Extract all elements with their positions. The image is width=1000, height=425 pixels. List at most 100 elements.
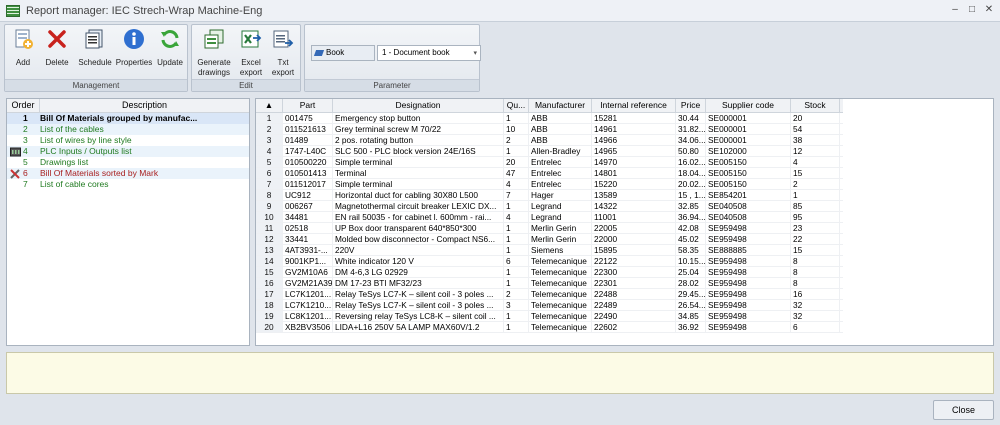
supplier-code-cell: SE959498 [706,256,791,266]
delete-button[interactable]: Delete [41,27,73,68]
table-row[interactable]: 9 006267 Magnetothermal circuit breaker LE… [256,201,843,212]
table-row[interactable]: 20 XB2BV3506 LIDA+L16 250V 5A LAMP MAX60V/… [256,322,843,333]
internal-reference-cell: 13589 [592,190,676,200]
report-order: 7 [23,179,28,189]
order-column-header[interactable]: Order [7,99,40,112]
manufacturer-cell: Merlin Gerin [529,223,592,233]
quantity-cell: 1 [504,278,529,288]
report-item[interactable]: 5 Drawings list [7,157,249,168]
report-item[interactable]: 2 List of the cables [7,124,249,135]
stock-cell: 2 [791,179,840,189]
table-row[interactable]: 14 9001KP1... White indicator 120 V 6 Teleme… [256,256,843,267]
grid-body: 1 001475 Emergency stop button 1 ABB 15281 30.… [256,113,843,333]
table-row[interactable]: 8 UC912 Horizontal duct for cabling 30X80 … [256,190,843,201]
table-row[interactable]: 11 02518 UP Box door transparent 640*850*3… [256,223,843,234]
column-header-stock[interactable]: Stock [791,99,840,112]
part-cell: LC7K1201... [285,289,333,299]
book-select[interactable]: 1 - Document book ▾ [377,45,481,61]
maximize-button[interactable]: □ [965,3,979,17]
internal-reference-cell: 22490 [592,311,676,321]
description-column-header[interactable]: Description [40,99,249,112]
stock-cell: 38 [791,135,840,145]
report-item[interactable]: 7 List of cable cores [7,179,249,190]
table-row[interactable]: 6 010501413 Terminal 47 Entrelec 14801 18.04..… [256,168,843,179]
part-cell: XB2BV3506 [283,322,333,332]
quantity-cell: 1 [504,146,529,156]
column-header-designation[interactable]: Designation [333,99,504,112]
designation-cell: Simple terminal [333,157,504,167]
row-number: 11 [256,223,283,233]
designation-cell: Grey terminal screw M 70/22 [333,124,504,134]
manufacturer-cell: Legrand [529,212,592,222]
internal-reference-cell: 14961 [592,124,676,134]
report-order: 3 [23,135,28,145]
table-row[interactable]: 1 001475 Emergency stop button 1 ABB 15281 30.… [256,113,843,124]
row-number: 16 [256,278,283,288]
part-cell: 010500220 [283,157,333,167]
report-item[interactable]: 1 Bill Of Materials grouped by manufac... [7,113,249,124]
close-button[interactable]: Close [933,400,994,420]
internal-reference-cell: 14970 [592,157,676,167]
table-row[interactable]: 3 01489 2 pos. rotating button 2 ABB 14966 34.… [256,135,843,146]
stock-cell: 8 [791,267,840,277]
designation-cell: Reversing relay TeSys LC8-K – silent coi… [333,311,504,321]
column-header-quantity[interactable]: Qu... [504,99,529,112]
column-header-supplier-code[interactable]: Supplier code [706,99,791,112]
stock-cell: 6 [791,322,840,332]
row-number: 20 [256,322,283,332]
plc-icon [10,146,21,157]
supplier-code-cell: SE959498 [706,223,791,233]
row-number-column-header[interactable]: ▲ [256,99,283,112]
add-button[interactable]: Add [9,27,37,68]
notes-area[interactable] [6,352,994,394]
price-cell: 18.04... [678,168,706,178]
table-row[interactable]: 19 LC8K1201... Reversing relay TeSys LC8-K… [256,311,843,322]
price-cell: 34.85 [676,311,706,321]
part-cell: 010501413 [283,168,333,178]
designation-cell: Relay TeSys LC7-K – silent coil - 3 pole… [333,289,504,299]
parameter-group-label: Parameter [305,79,479,91]
part-cell: 011521613 [283,124,333,134]
txt-export-button[interactable]: Txt export [268,27,298,78]
update-button[interactable]: Update [155,27,185,68]
generate-drawings-button[interactable]: Generate drawings [194,27,234,78]
supplier-code-cell: SE000001 [706,113,791,123]
table-row[interactable]: 4 1747-L40C SLC 500 - PLC block version 24… [256,146,843,157]
internal-reference-cell: 22300 [592,267,676,277]
internal-reference-cell: 22000 [592,234,676,244]
minimize-button[interactable]: – [948,3,962,17]
excel-export-button[interactable]: Excel export [236,27,266,78]
properties-button[interactable]: Properties [115,27,153,68]
column-header-price[interactable]: Price [676,99,706,112]
part-cell: 1747-L40C [283,146,333,156]
quantity-cell: 6 [504,256,529,266]
table-row[interactable]: 10 34481 EN rail 50035 - for cabinet l. 60… [256,212,843,223]
table-row[interactable]: 5 010500220 Simple terminal 20 Entrelec 14970… [256,157,843,168]
supplier-code-cell: SE000001 [706,135,791,145]
schedule-button[interactable]: Schedule [77,27,113,68]
column-header-part[interactable]: Part [283,99,333,112]
table-row[interactable]: 7 011512017 Simple terminal 4 Entrelec 15220 2… [256,179,843,190]
table-row[interactable]: 15 GV2M10A6 DM 4-6,3 LG 02929 1 Telemecaniqu… [256,267,843,278]
reports-list-header: Order Description [7,99,249,113]
part-cell: 9001KP1... [283,256,333,266]
report-item[interactable]: 3 List of wires by line style [7,135,249,146]
quantity-cell: 4 [504,212,529,222]
table-row[interactable]: 13 4AT3931-... 220V 1 Siemens 15895 58.35 SE888… [256,245,843,256]
part-cell: LC8K1201... [285,311,333,321]
report-item[interactable]: 4 PLC Inputs / Outputs list [7,146,249,157]
table-row[interactable]: 17 LC7K1201... Relay TeSys LC7-K – silent … [256,289,843,300]
manufacturer-cell: Telemecanique [529,289,592,299]
close-window-button[interactable]: ✕ [982,3,996,17]
column-header-internal-reference[interactable]: Internal reference [592,99,676,112]
report-order: 4 [23,146,28,156]
txt-export-icon [273,30,294,48]
table-row[interactable]: 12 33441 Molded bow disconnector - Compact… [256,234,843,245]
column-header-manufacturer[interactable]: Manufacturer [529,99,592,112]
table-row[interactable]: 18 LC7K1210... Relay TeSys LC7-K – silent … [256,300,843,311]
designation-cell: Emergency stop button [333,113,504,123]
table-row[interactable]: 2 011521613 Grey terminal screw M 70/22 10 A… [256,124,843,135]
table-row[interactable]: 16 GV2M21A39 DM 17-23 BTI MF32/23 1 Telemeca… [256,278,843,289]
designation-cell: DM 4-6,3 LG 02929 [333,267,504,277]
report-item[interactable]: 6 Bill Of Materials sorted by Mark [7,168,249,179]
